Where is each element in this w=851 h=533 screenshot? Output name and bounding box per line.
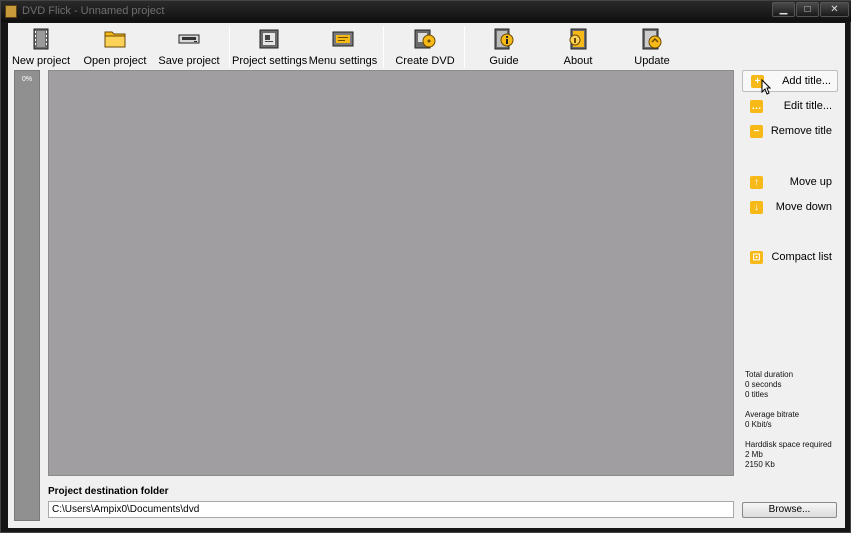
move-down-button[interactable]: ↓ Move down <box>742 197 838 219</box>
maximize-button[interactable]: □ <box>796 2 819 17</box>
remove-title-label: Remove title <box>770 125 832 137</box>
open-project-button[interactable]: Open project <box>82 25 148 69</box>
mouse-cursor-icon <box>761 79 771 95</box>
toolbar-separator <box>464 26 465 68</box>
move-up-button[interactable]: ↑ Move up <box>742 172 838 194</box>
main-toolbar: New project Open project Save project Pr… <box>8 23 845 69</box>
update-icon <box>642 28 662 50</box>
open-project-label: Open project <box>83 55 147 67</box>
destination-folder-label: Project destination folder <box>48 486 169 497</box>
toolbar-separator <box>383 26 384 68</box>
menu-settings-button[interactable]: Menu settings <box>308 25 378 69</box>
create-dvd-button[interactable]: Create DVD <box>388 25 462 69</box>
create-dvd-icon <box>414 29 436 49</box>
move-down-label: Move down <box>775 201 832 213</box>
compact-list-icon: ⊡ <box>750 251 763 264</box>
project-stats: Total duration 0 seconds 0 titles Averag… <box>745 370 841 470</box>
harddisk-space-mb: 2 Mb <box>745 450 763 459</box>
update-button[interactable]: Update <box>618 25 686 69</box>
update-label: Update <box>634 55 670 67</box>
new-project-icon <box>33 28 49 50</box>
about-button[interactable]: About <box>544 25 612 69</box>
average-bitrate-value: 0 Kbit/s <box>745 420 772 429</box>
main-client-area: New project Open project Save project Pr… <box>8 23 845 528</box>
titles-count: 0 titles <box>745 390 769 399</box>
harddisk-space-kb: 2150 Kb <box>745 460 775 469</box>
compact-list-label: Compact list <box>771 251 832 263</box>
folder-icon <box>104 31 126 48</box>
toolbar-separator <box>229 26 230 68</box>
minimize-button[interactable]: ▁ <box>772 2 795 17</box>
about-label: About <box>563 55 593 67</box>
average-bitrate-label: Average bitrate <box>745 410 800 419</box>
guide-button[interactable]: Guide <box>470 25 538 69</box>
remove-icon: − <box>750 125 763 138</box>
save-project-label: Save project <box>158 55 220 67</box>
guide-label: Guide <box>489 55 519 67</box>
window-title: DVD Flick - Unnamed project <box>22 5 165 17</box>
project-settings-label: Project settings <box>232 55 308 67</box>
move-up-label: Move up <box>789 176 832 188</box>
destination-folder-input[interactable] <box>48 501 734 518</box>
edit-title-label: Edit title... <box>783 100 832 112</box>
menu-settings-icon <box>332 31 354 47</box>
title-bar[interactable]: DVD Flick - Unnamed project ▁ □ ✕ <box>1 1 851 22</box>
arrow-up-icon: ↑ <box>750 176 763 189</box>
about-icon <box>569 28 587 50</box>
arrow-down-icon: ↓ <box>750 201 763 214</box>
progress-bar: 0% <box>14 70 40 521</box>
app-window: DVD Flick - Unnamed project ▁ □ ✕ New pr… <box>0 0 851 533</box>
close-button[interactable]: ✕ <box>820 2 849 17</box>
harddisk-space-label: Harddisk space required <box>745 440 832 449</box>
add-title-button[interactable]: + Add title... <box>742 70 838 92</box>
new-project-button[interactable]: New project <box>8 25 74 69</box>
create-dvd-label: Create DVD <box>395 55 455 67</box>
project-settings-button[interactable]: Project settings <box>232 25 308 69</box>
app-icon <box>5 5 17 18</box>
total-duration-value: 0 seconds <box>745 380 782 389</box>
save-icon <box>178 34 200 44</box>
edit-title-button[interactable]: … Edit title... <box>742 96 838 118</box>
remove-title-button[interactable]: − Remove title <box>742 121 838 143</box>
total-duration-label: Total duration <box>745 370 794 379</box>
add-title-label: Add title... <box>782 75 831 87</box>
save-project-button[interactable]: Save project <box>156 25 222 69</box>
browse-button[interactable]: Browse... <box>742 502 837 518</box>
progress-percentage: 0% <box>21 76 33 83</box>
menu-settings-label: Menu settings <box>308 55 378 67</box>
title-list[interactable] <box>48 70 734 476</box>
new-project-label: New project <box>11 55 71 67</box>
edit-icon: … <box>750 100 763 113</box>
guide-icon <box>494 28 514 50</box>
project-settings-icon <box>259 29 279 49</box>
compact-list-button[interactable]: ⊡ Compact list <box>742 247 838 269</box>
